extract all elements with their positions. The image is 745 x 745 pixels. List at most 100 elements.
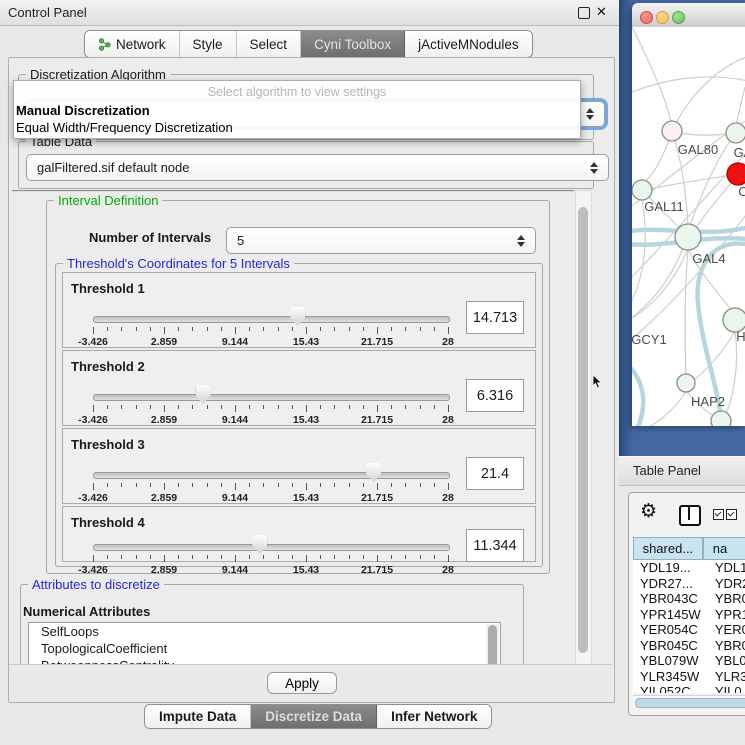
mac-zoom-icon[interactable]	[672, 11, 685, 24]
table-cell[interactable]: YLR3	[706, 669, 745, 685]
table-cell[interactable]: YBR043C	[633, 591, 706, 607]
tab-infer-network[interactable]: Infer Network	[377, 705, 491, 728]
threshold-value-field[interactable]: 14.713	[466, 301, 524, 334]
tab-style[interactable]: Style	[180, 31, 237, 57]
column-layout-icon[interactable]	[679, 505, 701, 526]
threshold-slider[interactable]: -3.4262.8599.14415.4321.71528	[93, 459, 448, 503]
slider-ticks	[93, 327, 448, 335]
mac-minimize-icon[interactable]	[656, 11, 669, 24]
threshold-value-field[interactable]: 21.4	[466, 457, 524, 490]
table-cell[interactable]: YBR045C	[633, 638, 706, 654]
table-row[interactable]: YBR045CYBR0	[633, 638, 745, 654]
table-row[interactable]: YDR27...YDR2	[633, 576, 745, 592]
popup-option-manual-discretization[interactable]: Manual Discretization	[16, 103, 150, 118]
slider-track[interactable]	[93, 316, 450, 323]
network-node[interactable]	[711, 411, 731, 426]
table-data-combobox[interactable]: galFiltered.sif default node	[26, 154, 609, 181]
slider-track[interactable]	[93, 472, 450, 479]
threshold-value-field[interactable]: 6.316	[466, 379, 524, 412]
network-node[interactable]	[677, 374, 695, 392]
table-cell[interactable]: YDL19...	[633, 560, 706, 576]
table-cell[interactable]: YPR145W	[633, 607, 706, 623]
column-header-shared-name[interactable]: shared...	[633, 537, 703, 560]
apply-bar: Apply	[9, 664, 612, 701]
checkbox-icon[interactable]	[726, 509, 737, 520]
table-row[interactable]: YDL19...YDL1	[633, 560, 745, 576]
table-cell[interactable]: YBL079W	[633, 653, 706, 669]
threshold-value-field[interactable]: 11.344	[466, 529, 524, 562]
table-cell[interactable]: YDR2	[706, 576, 745, 592]
slider-handle[interactable]	[252, 535, 267, 554]
mouse-cursor	[592, 375, 604, 389]
table-cell[interactable]: YPR1	[706, 607, 745, 623]
network-window-titlebar	[632, 3, 745, 28]
threshold-label: Threshold 4	[71, 515, 145, 530]
network-node[interactable]	[662, 121, 682, 141]
table-panel-titlebar: Table Panel	[619, 456, 745, 486]
close-icon[interactable]: ✕	[596, 4, 607, 20]
float-panel-icon[interactable]	[578, 7, 590, 19]
table-row[interactable]: YER054CYER0	[633, 622, 745, 638]
settings-vertical-scrollbar[interactable]	[575, 190, 592, 666]
tab-discretize-data[interactable]: Discretize Data	[251, 705, 377, 728]
list-scrollbar[interactable]	[486, 624, 499, 666]
tab-network[interactable]: Network	[85, 31, 180, 57]
network-node-label: GAL80	[678, 142, 718, 157]
table-cell[interactable]: YBL0	[706, 653, 745, 669]
slider-track[interactable]	[93, 394, 450, 401]
tab-label: Discretize Data	[265, 709, 362, 724]
threshold-slider[interactable]: -3.4262.8599.14415.4321.71528	[93, 531, 448, 575]
tab-select[interactable]: Select	[237, 31, 302, 57]
network-node[interactable]	[675, 224, 701, 250]
scrollbar-thumb[interactable]	[578, 207, 588, 653]
threshold-slider[interactable]: -3.4262.8599.14415.4321.71528	[93, 303, 448, 347]
network-node[interactable]	[632, 180, 652, 200]
table-cell[interactable]: YER0	[706, 622, 745, 638]
popup-option-equal-width-frequency[interactable]: Equal Width/Frequency Discretization	[16, 120, 233, 135]
slider-handle[interactable]	[366, 463, 381, 482]
network-node[interactable]	[727, 163, 745, 185]
slider-handle[interactable]	[290, 307, 305, 326]
network-canvas[interactable]: GAL80GACGAL11GAL4GCY1HHAP2	[632, 27, 745, 426]
network-node[interactable]	[726, 123, 745, 143]
table-rows: YDL19...YDL1YDR27...YDR2YBR043CYBR0YPR14…	[633, 560, 745, 693]
slider-track[interactable]	[93, 544, 450, 551]
mac-close-icon[interactable]	[640, 11, 653, 24]
table-header-row: shared... na	[633, 537, 745, 560]
table-cell[interactable]: YBR0	[706, 638, 745, 654]
tab-impute-data[interactable]: Impute Data	[145, 705, 251, 728]
threshold-slider[interactable]: -3.4262.8599.14415.4321.71528	[93, 381, 448, 425]
tab-cyni-toolbox[interactable]: Cyni Toolbox	[301, 31, 405, 57]
checkbox-icon[interactable]	[713, 509, 724, 520]
table-cell[interactable]: YIL052C	[633, 684, 706, 693]
gear-icon[interactable]: ⚙	[640, 501, 657, 523]
attribute-item[interactable]: TopologicalCoefficient	[29, 640, 500, 657]
tab-label: Select	[250, 37, 288, 52]
table-row[interactable]: YLR345WYLR3	[633, 669, 745, 685]
combo-arrows-icon	[590, 162, 598, 174]
interval-definition-group: Interval Definition Number of Intervals …	[46, 200, 550, 574]
tab-jactivemnodules[interactable]: jActiveMNodules	[405, 31, 532, 57]
column-header-name[interactable]: na	[703, 537, 745, 560]
slider-handle[interactable]	[196, 385, 211, 404]
table-row[interactable]: YPR145WYPR1	[633, 607, 745, 623]
threshold-label: Threshold 1	[71, 281, 145, 296]
table-data-group: Table Data galFiltered.sif default node	[18, 141, 594, 189]
table-row[interactable]: YIL052CYIL0	[633, 684, 745, 693]
table-horizontal-scrollbar[interactable]	[633, 695, 745, 707]
number-of-intervals-spinner[interactable]: 5	[226, 227, 536, 254]
table-cell[interactable]: YDR27...	[633, 576, 706, 592]
threshold-1-panel: Threshold 1 -3.4262.8599.14415.4321.7152…	[62, 272, 536, 348]
scrollbar-thumb[interactable]	[635, 698, 745, 708]
table-cell[interactable]: YIL0	[706, 684, 745, 693]
table-row[interactable]: YBR043CYBR0	[633, 591, 745, 607]
slider-ticks	[93, 405, 448, 413]
table-cell[interactable]: YER054C	[633, 622, 706, 638]
table-cell[interactable]: YBR0	[706, 591, 745, 607]
table-row[interactable]: YBL079WYBL0	[633, 653, 745, 669]
apply-button[interactable]: Apply	[267, 672, 337, 694]
table-cell[interactable]: YLR345W	[633, 669, 706, 685]
table-cell[interactable]: YDL1	[706, 560, 745, 576]
attribute-item[interactable]: SelfLoops	[29, 623, 500, 640]
numerical-attributes-list[interactable]: SelfLoopsTopologicalCoefficientBetweenne…	[28, 622, 501, 666]
